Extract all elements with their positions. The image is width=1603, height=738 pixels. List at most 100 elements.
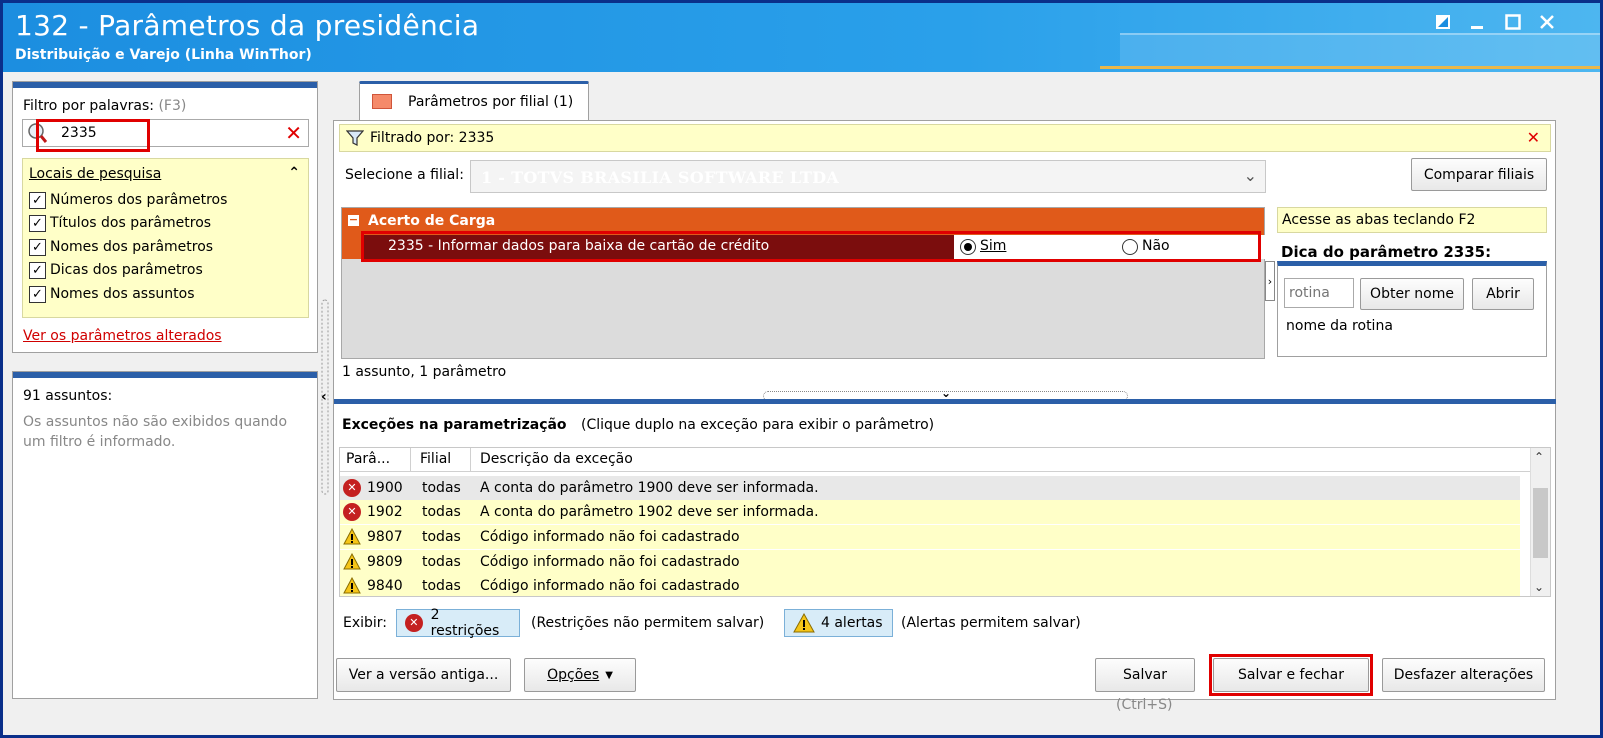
filter-funnel-icon — [345, 129, 365, 151]
warning-icon — [793, 612, 815, 633]
window-subtitle: Distribuição e Varejo (Linha WinThor) — [15, 47, 312, 63]
tab-label-text: Parâmetros por filial — [408, 94, 549, 110]
option-subject-names[interactable]: ✓ Nomes dos assuntos — [29, 283, 195, 305]
tab-branch-params[interactable]: Parâmetros por filial (1) — [359, 81, 589, 121]
table-header: Parâ... Filial Descrição da exceção — [340, 448, 1530, 472]
table-row[interactable]: ✕ 1902 todas A conta do parâmetro 1902 d… — [340, 500, 1520, 524]
close-icon[interactable] — [1533, 11, 1561, 39]
cell-branch: todas — [422, 554, 461, 570]
highlight-filter-value — [36, 119, 150, 152]
checkbox-checked-icon[interactable]: ✓ — [29, 214, 46, 232]
options-label: Opções — [547, 667, 600, 683]
cell-param: 1902 — [367, 504, 403, 520]
expand-side-icon[interactable]: › — [1265, 261, 1275, 301]
chevron-down-icon[interactable]: ⌄ — [1244, 166, 1257, 185]
option-label: Nomes dos parâmetros — [50, 239, 214, 255]
option-label: Nomes dos assuntos — [50, 286, 195, 302]
checkbox-checked-icon[interactable]: ✓ — [29, 285, 46, 303]
tip-title: Dica do parâmetro 2335: — [1281, 243, 1492, 261]
collapse-icon[interactable]: ⌃ — [288, 165, 300, 181]
maximize-icon[interactable] — [1499, 11, 1527, 39]
old-version-button[interactable]: Ver a versão antiga... — [336, 658, 511, 692]
remove-filter-icon[interactable]: ✕ — [1527, 128, 1540, 147]
clear-filter-icon[interactable]: ✕ — [285, 121, 302, 145]
options-button[interactable]: Opções ▼ — [524, 658, 636, 692]
column-divider — [410, 448, 411, 472]
warning-icon — [343, 552, 361, 571]
column-divider — [470, 448, 471, 472]
exceptions-subtitle: (Clique duplo na exceção para exibir o p… — [581, 417, 935, 433]
filtered-text: Filtrado por: 2335 — [370, 130, 495, 146]
open-button[interactable]: Abrir — [1472, 278, 1534, 310]
table-row[interactable]: ✕ 1900 todas A conta do parâmetro 1900 d… — [340, 476, 1520, 500]
cell-description: Código informado não foi cadastrado — [480, 578, 740, 594]
error-icon: ✕ — [405, 614, 423, 632]
search-places-title[interactable]: Locais de pesquisa — [29, 166, 161, 182]
cell-branch: todas — [422, 480, 461, 496]
subjects-panel: 91 assuntos: Os assuntos não são exibido… — [12, 371, 318, 699]
rotina-input[interactable] — [1285, 279, 1353, 307]
scroll-up-icon[interactable]: ⌃ — [1534, 450, 1544, 464]
panel-topbar — [13, 82, 317, 88]
option-param-numbers[interactable]: ✓ Números dos parâmetros — [29, 189, 227, 211]
column-header-branch[interactable]: Filial — [420, 451, 451, 467]
restore-icon[interactable] — [1429, 11, 1457, 39]
title-decoration — [1120, 33, 1600, 69]
cell-description: A conta do parâmetro 1900 deve ser infor… — [480, 480, 819, 496]
option-param-tips[interactable]: ✓ Dicas dos parâmetros — [29, 259, 203, 281]
scroll-thumb[interactable] — [1533, 488, 1548, 558]
cell-description: A conta do parâmetro 1902 deve ser infor… — [480, 504, 819, 520]
restrictions-note: (Restrições não permitem salvar) — [531, 615, 765, 631]
tab-label: Parâmetros por filial (1) — [408, 94, 573, 110]
column-header-param[interactable]: Parâ... — [346, 451, 390, 467]
restrictions-toggle[interactable]: ✕ 2 restrições — [396, 607, 520, 639]
alerts-toggle[interactable]: 4 alertas — [784, 609, 893, 637]
subjects-message: Os assuntos não são exibidos quando um f… — [23, 414, 288, 450]
filter-label: Filtro por palavras: (F3) — [23, 98, 186, 114]
exceptions-table: Parâ... Filial Descrição da exceção ✕ 19… — [339, 447, 1551, 597]
table-row[interactable]: 9807 todas Código informado não foi cada… — [340, 525, 1520, 549]
table-row[interactable]: 9840 todas Código informado não foi cada… — [340, 574, 1520, 596]
error-icon: ✕ — [343, 503, 361, 521]
compare-branches-button[interactable]: Comparar filiais — [1411, 158, 1547, 191]
option-param-names[interactable]: ✓ Nomes dos parâmetros — [29, 236, 213, 258]
scroll-down-icon[interactable]: ⌄ — [1534, 580, 1544, 594]
branch-value: 1 - TOTVS BRASILIA SOFTWARE LTDA — [481, 168, 840, 187]
old-version-label: Ver a versão antiga... — [348, 667, 499, 683]
cell-branch: todas — [422, 504, 461, 520]
cell-description: Código informado não foi cadastrado — [480, 529, 740, 545]
branch-label: Selecione a filial: — [345, 167, 464, 183]
collapse-down-icon[interactable]: ⌄ — [941, 386, 951, 400]
dropdown-arrow-icon: ▼ — [605, 669, 613, 681]
rotina-panel: Obter nome Abrir nome da rotina — [1277, 261, 1547, 357]
cell-param: 9840 — [367, 578, 403, 594]
checkbox-checked-icon[interactable]: ✓ — [29, 261, 46, 279]
save-button[interactable]: Salvar — [1095, 658, 1195, 692]
minimize-icon[interactable] — [1463, 11, 1491, 39]
table-row[interactable]: 9809 todas Código informado não foi cada… — [340, 550, 1520, 574]
title-bar: 132 - Parâmetros da presidência Distribu… — [3, 3, 1600, 72]
checkbox-checked-icon[interactable]: ✓ — [29, 238, 46, 256]
undo-changes-button[interactable]: Desfazer alterações — [1382, 658, 1545, 692]
collapse-left-icon[interactable]: ‹ — [321, 389, 327, 405]
cell-description: Código informado não foi cadastrado — [480, 554, 740, 570]
collapse-group-icon[interactable]: − — [348, 214, 359, 226]
checkbox-checked-icon[interactable]: ✓ — [29, 191, 46, 209]
group-title: Acerto de Carga — [368, 213, 496, 229]
title-accent-line — [1100, 66, 1600, 69]
tab-count: (1) — [553, 94, 574, 110]
table-scrollbar[interactable]: ⌃ ⌄ — [1530, 448, 1550, 596]
get-name-button[interactable]: Obter nome — [1360, 278, 1464, 310]
branch-select[interactable]: 1 - TOTVS BRASILIA SOFTWARE LTDA ⌄ — [470, 160, 1266, 193]
option-param-titles[interactable]: ✓ Títulos dos parâmetros — [29, 212, 211, 234]
changed-params-link[interactable]: Ver os parâmetros alterados — [23, 328, 222, 344]
folder-icon — [372, 94, 392, 109]
cell-branch: todas — [422, 529, 461, 545]
filtered-bar: Filtrado por: 2335 ✕ — [339, 124, 1551, 152]
window-title: 132 - Parâmetros da presidência — [15, 9, 480, 42]
cell-param: 9809 — [367, 554, 403, 570]
rotina-field[interactable] — [1284, 278, 1354, 308]
cell-param: 1900 — [367, 480, 403, 496]
app-window: 132 - Parâmetros da presidência Distribu… — [0, 0, 1603, 738]
column-header-description[interactable]: Descrição da exceção — [480, 451, 633, 467]
